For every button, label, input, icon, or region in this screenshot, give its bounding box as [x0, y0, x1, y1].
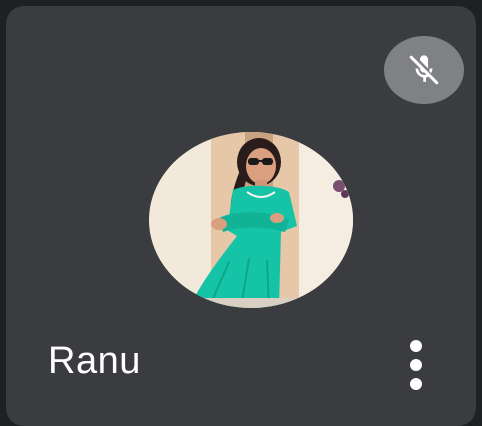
mic-off-icon [409, 55, 439, 85]
more-vert-icon [410, 340, 422, 352]
participant-name: Ranu [48, 340, 141, 382]
more-options-button[interactable] [398, 340, 434, 390]
avatar [149, 132, 353, 308]
participant-tile[interactable]: Ranu [6, 6, 476, 426]
mic-off-badge [384, 36, 464, 104]
